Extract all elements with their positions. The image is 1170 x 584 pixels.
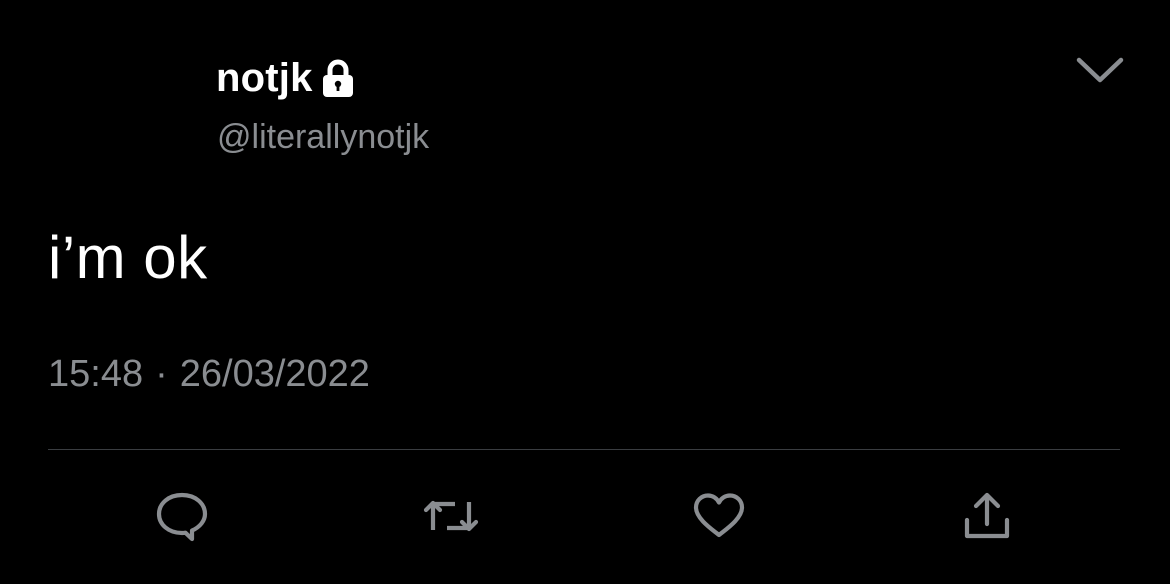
tweet-time: 15:48 — [48, 353, 144, 395]
share-icon — [959, 490, 1015, 542]
divider — [48, 449, 1120, 450]
reply-icon — [154, 490, 210, 542]
author-row[interactable]: notjk — [216, 54, 357, 102]
chevron-down-icon[interactable] — [1072, 50, 1128, 90]
tweet-date: 26/03/2022 — [179, 353, 370, 395]
tweet-timestamp[interactable]: 15:48 · 26/03/2022 — [48, 350, 370, 398]
user-handle[interactable]: @literallynotjk — [217, 116, 429, 158]
tweet-text: i’m ok — [48, 224, 208, 291]
share-button[interactable] — [959, 490, 1015, 542]
display-name[interactable]: notjk — [216, 54, 313, 102]
like-button[interactable] — [691, 490, 747, 542]
reply-button[interactable] — [154, 490, 210, 542]
action-bar — [0, 490, 1170, 546]
lock-icon — [319, 59, 357, 99]
heart-icon — [691, 490, 747, 542]
tweet-card: notjk @literallynotjk i’m ok 15:48 · 26/… — [0, 0, 1170, 584]
retweet-button[interactable] — [423, 490, 479, 542]
retweet-icon — [423, 490, 479, 542]
meta-separator: · — [155, 353, 168, 395]
